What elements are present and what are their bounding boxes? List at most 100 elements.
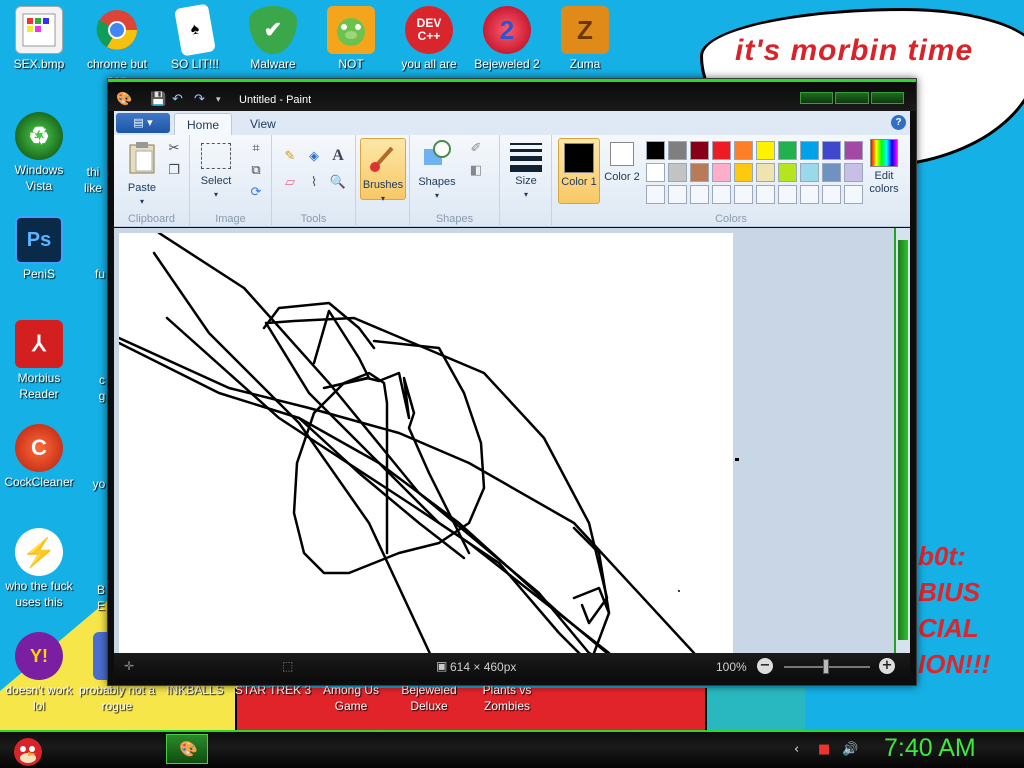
palette-swatch[interactable] bbox=[756, 163, 775, 182]
desktop-icon-dev-cpp[interactable]: DEV C++ you all are bbox=[390, 6, 468, 72]
tab-view[interactable]: View bbox=[238, 113, 288, 135]
palette-swatch[interactable] bbox=[668, 141, 687, 160]
palette-swatch[interactable] bbox=[734, 141, 753, 160]
text-icon[interactable]: A bbox=[328, 147, 348, 165]
outline-icon[interactable]: ✐ bbox=[466, 139, 486, 157]
palette-swatch[interactable] bbox=[734, 163, 753, 182]
paint-window[interactable]: 🎨 💾 ↶ ↷ ▾ Untitled - Paint ▤ ▾ Home View… bbox=[107, 78, 917, 686]
zoom-out-button[interactable]: − bbox=[757, 658, 773, 674]
zoom-slider-thumb[interactable] bbox=[823, 659, 829, 674]
close-button[interactable] bbox=[870, 92, 904, 104]
desktop-icon-sex-bmp[interactable]: SEX.bmp bbox=[0, 6, 78, 72]
volume-icon[interactable]: 🔊 bbox=[842, 742, 858, 757]
palette-swatch[interactable] bbox=[822, 185, 841, 204]
eraser-icon[interactable]: ▱ bbox=[280, 173, 300, 191]
zoom-in-button[interactable]: + bbox=[879, 658, 895, 674]
partial-desktop-icon[interactable]: thi like bbox=[78, 164, 108, 196]
start-button[interactable] bbox=[6, 728, 48, 768]
undo-icon[interactable]: ↶ bbox=[172, 93, 186, 107]
palette-swatch[interactable] bbox=[800, 141, 819, 160]
help-icon[interactable]: ? bbox=[891, 115, 906, 130]
palette-swatch[interactable] bbox=[668, 185, 687, 204]
color1-button[interactable]: Color 1 bbox=[558, 138, 600, 204]
palette-swatch[interactable] bbox=[690, 163, 709, 182]
minimize-button[interactable] bbox=[800, 92, 834, 104]
palette-swatch[interactable] bbox=[822, 141, 841, 160]
rotate-icon[interactable]: ⟳ bbox=[246, 183, 266, 201]
resize-icon[interactable]: ⧉ bbox=[246, 161, 266, 179]
desktop-icon-malware[interactable]: ✔ Malware bbox=[234, 6, 312, 72]
paste-button[interactable]: Paste ▾ bbox=[122, 141, 162, 208]
edit-colors-button[interactable]: Edit colors bbox=[862, 139, 906, 196]
cut-icon[interactable]: ✂ bbox=[164, 139, 184, 157]
palette-swatch[interactable] bbox=[646, 163, 665, 182]
canvas-resize-handle[interactable] bbox=[735, 458, 739, 461]
desktop-icon-photoshop[interactable]: Ps PeniS bbox=[0, 216, 78, 282]
palette-swatch[interactable] bbox=[800, 163, 819, 182]
palette-swatch[interactable] bbox=[756, 185, 775, 204]
redo-icon[interactable]: ↷ bbox=[194, 93, 208, 107]
desktop-icon-solitaire[interactable]: ♠ SO LIT!!! bbox=[156, 3, 234, 72]
copy-icon[interactable]: ❐ bbox=[164, 161, 184, 179]
color-picker-icon[interactable]: ⌇ bbox=[304, 173, 324, 191]
pencil-icon[interactable]: ✎ bbox=[280, 147, 300, 165]
desktop-icon-zuma[interactable]: Z Zuma bbox=[546, 6, 624, 72]
palette-swatch[interactable] bbox=[712, 141, 731, 160]
palette-swatch[interactable] bbox=[690, 185, 709, 204]
tray-expand-icon[interactable]: ‹ bbox=[794, 742, 799, 757]
select-button[interactable]: Select ▾ bbox=[196, 143, 236, 201]
palette-swatch[interactable] bbox=[778, 163, 797, 182]
desktop-icon-not[interactable]: NOT bbox=[312, 6, 390, 72]
palette-swatch[interactable] bbox=[668, 163, 687, 182]
partial-desktop-icon[interactable]: B E bbox=[94, 582, 108, 614]
tab-home[interactable]: Home bbox=[174, 113, 233, 135]
paint-app-icon[interactable]: 🎨 bbox=[116, 93, 132, 107]
crop-icon[interactable]: ⌗ bbox=[246, 139, 266, 157]
desktop-icon-windows-vista[interactable]: ♻ Windows Vista bbox=[0, 112, 78, 194]
brushes-label: Brushes bbox=[362, 179, 404, 191]
customize-toolbar-icon[interactable]: ▾ bbox=[216, 93, 230, 107]
palette-swatch[interactable] bbox=[756, 141, 775, 160]
palette-swatch[interactable] bbox=[690, 141, 709, 160]
partial-desktop-icon[interactable]: yo bbox=[90, 476, 108, 492]
file-menu-button[interactable]: ▤ ▾ bbox=[116, 113, 170, 133]
palette-swatch[interactable] bbox=[646, 141, 665, 160]
desktop-icon-cockcleaner[interactable]: C CockCleaner bbox=[0, 424, 78, 490]
fill-icon[interactable]: ◈ bbox=[304, 147, 324, 165]
palette-swatch[interactable] bbox=[778, 185, 797, 204]
shape-fill-icon[interactable]: ◧ bbox=[466, 161, 486, 179]
canvas-size-icon: ▣ bbox=[436, 659, 448, 673]
taskbar-paint-button[interactable]: 🎨 bbox=[166, 734, 208, 764]
scrollbar-thumb[interactable] bbox=[898, 240, 908, 640]
drawing-canvas[interactable] bbox=[117, 231, 733, 653]
palette-swatch[interactable] bbox=[800, 185, 819, 204]
palette-swatch[interactable] bbox=[778, 141, 797, 160]
desktop-icon-yahoo[interactable]: Y! doesn't work lol bbox=[0, 632, 78, 714]
palette-swatch[interactable] bbox=[712, 163, 731, 182]
desktop-icon-chrome[interactable]: chrome but non bbox=[78, 6, 156, 88]
palette-swatch[interactable] bbox=[646, 185, 665, 204]
partial-desktop-icon[interactable]: fu bbox=[92, 266, 108, 282]
canvas-area[interactable] bbox=[114, 228, 894, 653]
palette-swatch[interactable] bbox=[844, 185, 863, 204]
desktop-icon-flash[interactable]: ⚡ who the fuck uses this bbox=[0, 528, 78, 610]
palette-swatch[interactable] bbox=[822, 163, 841, 182]
title-bar[interactable]: 🎨 💾 ↶ ↷ ▾ Untitled - Paint bbox=[108, 79, 916, 111]
solitaire-icon: ♠ bbox=[174, 3, 216, 57]
magnifier-icon[interactable]: 🔍 bbox=[328, 173, 348, 191]
maximize-button[interactable] bbox=[835, 92, 869, 104]
vertical-scrollbar[interactable] bbox=[894, 228, 910, 653]
tray-antivirus-icon[interactable]: ■ bbox=[818, 742, 830, 757]
shapes-button[interactable]: Shapes ▾ bbox=[414, 139, 460, 202]
size-button[interactable]: Size ▾ bbox=[506, 143, 546, 201]
palette-swatch[interactable] bbox=[734, 185, 753, 204]
color2-button[interactable]: Color 2 bbox=[602, 142, 642, 184]
save-icon[interactable]: 💾 bbox=[150, 93, 166, 107]
brushes-button[interactable]: Brushes ▾ bbox=[360, 138, 406, 203]
taskbar-clock[interactable]: 7:40 AM bbox=[884, 734, 976, 763]
palette-swatch[interactable] bbox=[712, 185, 731, 204]
desktop-icon-morbius-reader[interactable]: ⅄ Morbius Reader bbox=[0, 320, 78, 402]
palette-swatch[interactable] bbox=[844, 141, 863, 160]
desktop-icon-bejeweled2[interactable]: 2 Bejeweled 2 bbox=[468, 6, 546, 72]
palette-swatch[interactable] bbox=[844, 163, 863, 182]
